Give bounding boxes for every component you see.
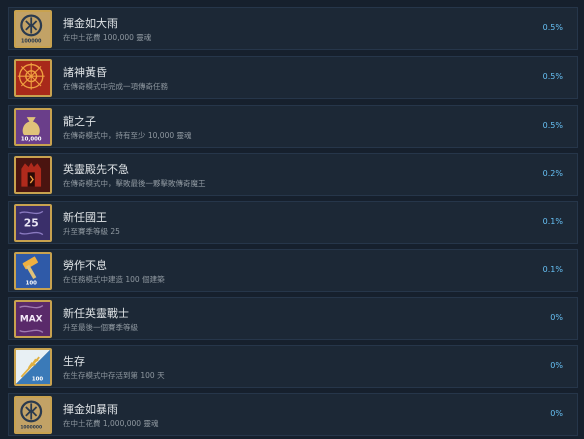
unlock-percentage: 0.5% (542, 23, 563, 32)
achievement-description: 在傳奇模式中，擊敗最後一夥擊敗傳奇魔王 (63, 179, 206, 188)
achievement-row[interactable]: 100000 揮金如大雨 在中土花費 100,000 靈魂 0.5% (8, 7, 578, 50)
badge-text: 100 (32, 376, 43, 382)
unlock-percentage: 0.5% (542, 121, 563, 130)
achievement-row[interactable]: 諸神黃昏 在傳奇模式中完成一項傳奇任務 0.5% (8, 56, 578, 99)
achievement-row[interactable]: 1000000 揮金如暴雨 在中土花費 1,000,000 靈魂 0% (8, 393, 578, 436)
achievement-description: 在生存模式中存活到第 100 天 (63, 371, 165, 380)
unlock-percentage: 0.1% (542, 265, 563, 274)
max-level-icon: MAX (14, 300, 52, 338)
achievement-row[interactable]: 10,000 龍之子 在傳奇模式中，持有至少 10,000 靈魂 0.5% (8, 105, 578, 148)
achievement-description: 在中土花費 100,000 靈魂 (63, 33, 152, 42)
badge-text: 25 (24, 217, 39, 230)
achievement-row[interactable]: 25 新任國王 升至賽季等級 25 0.1% (8, 201, 578, 244)
achievement-description: 在傳奇模式中完成一項傳奇任務 (63, 82, 168, 91)
achievement-description: 在任務模式中建造 100 個建築 (63, 275, 165, 284)
achievement-title: 揮金如暴雨 (63, 403, 118, 416)
badge-text: 100000 (21, 38, 42, 44)
level-25-icon: 25 (14, 204, 52, 242)
achievement-title: 龍之子 (63, 115, 96, 128)
badge-text: MAX (20, 315, 43, 325)
wheat-icon: 100 (14, 348, 52, 386)
badge-text: 1000000 (20, 424, 42, 430)
rune-coin-icon: 1000000 (14, 396, 52, 434)
achievement-row[interactable]: 英靈殿先不急 在傳奇模式中，擊敗最後一夥擊敗傳奇魔王 0.2% (8, 153, 578, 196)
badge-text: 100 (26, 280, 37, 286)
unlock-percentage: 0% (550, 361, 563, 370)
badge-text: 10,000 (21, 136, 42, 142)
achievement-title: 勞作不息 (63, 259, 107, 272)
achievement-description: 在中土花費 1,000,000 靈魂 (63, 419, 159, 428)
money-bag-icon: 10,000 (14, 108, 52, 146)
achievement-row[interactable]: 100 生存 在生存模式中存活到第 100 天 0% (8, 345, 578, 388)
achievement-description: 在傳奇模式中，持有至少 10,000 靈魂 (63, 131, 192, 140)
unlock-percentage: 0% (550, 409, 563, 418)
achievement-title: 新任國王 (63, 211, 107, 224)
red-sun-rune-icon (14, 59, 52, 97)
red-gate-icon (14, 156, 52, 194)
unlock-percentage: 0% (550, 313, 563, 322)
achievement-title: 諸神黃昏 (63, 66, 107, 79)
achievement-title: 英靈殿先不急 (63, 163, 129, 176)
unlock-percentage: 0.1% (542, 217, 563, 226)
achievement-title: 生存 (63, 355, 85, 368)
achievement-description: 升至賽季等級 25 (63, 227, 120, 236)
unlock-percentage: 0.2% (542, 169, 563, 178)
achievement-description: 升至最後一個賽季等級 (63, 323, 138, 332)
achievement-row[interactable]: MAX 新任英靈戰士 升至最後一個賽季等級 0% (8, 297, 578, 340)
unlock-percentage: 0.5% (542, 72, 563, 81)
achievement-title: 新任英靈戰士 (63, 307, 129, 320)
rune-coin-icon: 100000 (14, 10, 52, 48)
achievement-row[interactable]: 100 勞作不息 在任務模式中建造 100 個建築 0.1% (8, 249, 578, 292)
hammer-icon: 100 (14, 252, 52, 290)
achievement-title: 揮金如大雨 (63, 17, 118, 30)
achievement-list: 100000 揮金如大雨 在中土花費 100,000 靈魂 0.5% 諸神黃昏 … (0, 0, 584, 439)
